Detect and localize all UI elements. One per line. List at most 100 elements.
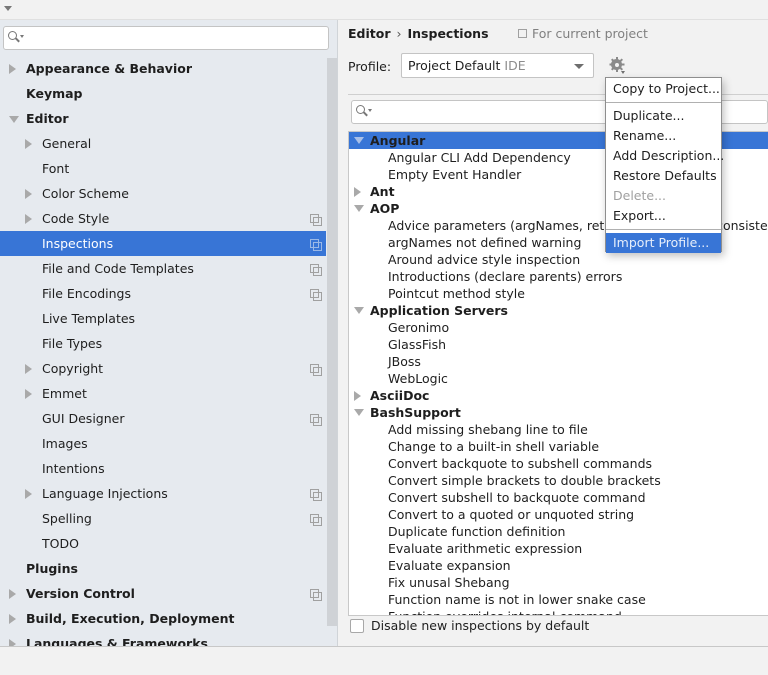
- inspection-item-label: Function overrides internal command: [388, 608, 622, 615]
- menu-item-import-profile[interactable]: Import Profile...: [606, 233, 721, 253]
- breadcrumb: Editor › Inspections: [348, 26, 489, 41]
- sidebar-item-label: File Encodings: [42, 286, 132, 301]
- inspection-item[interactable]: Fix unusal Shebang: [349, 574, 768, 591]
- inspection-group[interactable]: BashSupport: [349, 404, 768, 421]
- sidebar-item-version-control[interactable]: Version Control: [0, 581, 326, 606]
- inspection-item[interactable]: Evaluate expansion: [349, 557, 768, 574]
- inspection-item-label: JBoss: [388, 354, 421, 369]
- inspection-group[interactable]: AsciiDoc: [349, 387, 768, 404]
- menu-separator: [606, 102, 721, 103]
- menu-item-rename[interactable]: Rename...: [606, 126, 721, 146]
- expand-arrow-icon[interactable]: [25, 364, 32, 374]
- expand-arrow-icon[interactable]: [9, 614, 16, 624]
- sidebar-item-keymap[interactable]: Keymap: [0, 81, 326, 106]
- sidebar-item-plugins[interactable]: Plugins: [0, 556, 326, 581]
- sidebar-item-live-templates[interactable]: Live Templates: [0, 306, 326, 331]
- sidebar-item-gui-designer[interactable]: GUI Designer: [0, 406, 326, 431]
- sidebar-item-label: Language Injections: [42, 486, 168, 501]
- sidebar-item-build-execution-deployment[interactable]: Build, Execution, Deployment: [0, 606, 326, 631]
- inspection-item[interactable]: Convert to a quoted or unquoted string: [349, 506, 768, 523]
- expand-arrow-icon[interactable]: [9, 64, 16, 74]
- expand-arrow-icon[interactable]: [25, 214, 32, 224]
- inspection-item[interactable]: GlassFish: [349, 336, 768, 353]
- inspection-item[interactable]: Geronimo: [349, 319, 768, 336]
- window-menu-icon[interactable]: [4, 6, 12, 11]
- sidebar-item-file-encodings[interactable]: File Encodings: [0, 281, 326, 306]
- sidebar-item-label: Font: [42, 161, 70, 176]
- gear-icon[interactable]: [609, 57, 625, 74]
- expand-arrow-icon[interactable]: [25, 489, 32, 499]
- inspection-item[interactable]: JBoss: [349, 353, 768, 370]
- sidebar-item-label: Code Style: [42, 211, 110, 226]
- sidebar-item-emmet[interactable]: Emmet: [0, 381, 326, 406]
- menu-item-add-description[interactable]: Add Description...: [606, 146, 724, 166]
- sidebar-item-label: Editor: [26, 111, 69, 126]
- collapse-arrow-icon[interactable]: [354, 205, 364, 212]
- expand-arrow-icon[interactable]: [25, 389, 32, 399]
- inspection-item[interactable]: Convert simple brackets to double bracke…: [349, 472, 768, 489]
- expand-arrow-icon[interactable]: [354, 187, 361, 197]
- inspection-group[interactable]: Application Servers: [349, 302, 768, 319]
- expand-arrow-icon[interactable]: [9, 639, 16, 646]
- sidebar-item-general[interactable]: General: [0, 131, 326, 156]
- inspection-item[interactable]: Evaluate arithmetic expression: [349, 540, 768, 557]
- sidebar-item-intentions[interactable]: Intentions: [0, 456, 326, 481]
- search-icon[interactable]: [8, 31, 24, 45]
- inspection-item[interactable]: Duplicate function definition: [349, 523, 768, 540]
- inspection-item[interactable]: Convert backquote to subshell commands: [349, 455, 768, 472]
- sidebar-item-file-types[interactable]: File Types: [0, 331, 326, 356]
- sidebar-item-language-injections[interactable]: Language Injections: [0, 481, 326, 506]
- menu-item-copy-to-project[interactable]: Copy to Project...: [606, 79, 721, 99]
- disable-new-inspections-checkbox[interactable]: [350, 619, 364, 633]
- inspection-item[interactable]: Around advice style inspection: [349, 251, 768, 268]
- sidebar-item-color-scheme[interactable]: Color Scheme: [0, 181, 326, 206]
- inspection-group-label: Angular: [370, 133, 426, 148]
- inspection-item[interactable]: Introductions (declare parents) errors: [349, 268, 768, 285]
- inspection-item[interactable]: Add missing shebang line to file: [349, 421, 768, 438]
- project-scope-icon: [518, 29, 527, 38]
- disable-new-inspections-label: Disable new inspections by default: [371, 618, 590, 633]
- sidebar-item-appearance-behavior[interactable]: Appearance & Behavior: [0, 56, 326, 81]
- collapse-arrow-icon[interactable]: [354, 137, 364, 144]
- gear-popup-menu: Copy to Project... Duplicate... Rename... A…: [605, 77, 724, 253]
- inspection-item-label: Pointcut method style: [388, 286, 525, 301]
- collapse-arrow-icon[interactable]: [354, 307, 364, 314]
- collapse-arrow-icon[interactable]: [9, 116, 19, 123]
- sidebar-item-code-style[interactable]: Code Style: [0, 206, 326, 231]
- sidebar-item-label: TODO: [42, 536, 79, 551]
- inspection-group-label: BashSupport: [370, 405, 461, 420]
- sidebar-item-images[interactable]: Images: [0, 431, 326, 456]
- expand-arrow-icon[interactable]: [354, 391, 361, 401]
- breadcrumb-parent: Editor: [348, 26, 391, 41]
- inspection-item-label: Around advice style inspection: [388, 252, 581, 267]
- chevron-down-icon: [574, 64, 584, 69]
- sidebar-item-font[interactable]: Font: [0, 156, 326, 181]
- for-current-project-label: For current project: [532, 26, 648, 41]
- sidebar-item-copyright[interactable]: Copyright: [0, 356, 326, 381]
- expand-arrow-icon[interactable]: [9, 589, 16, 599]
- sidebar-item-editor[interactable]: Editor: [0, 106, 326, 131]
- profile-dropdown[interactable]: Project Default IDE: [401, 53, 594, 78]
- expand-arrow-icon[interactable]: [25, 189, 32, 199]
- inspection-item[interactable]: Function overrides internal command: [349, 608, 768, 615]
- inspection-item[interactable]: Change to a built-in shell variable: [349, 438, 768, 455]
- settings-search-input[interactable]: [3, 26, 329, 50]
- menu-item-restore-defaults[interactable]: Restore Defaults: [606, 166, 721, 186]
- sidebar-item-todo[interactable]: TODO: [0, 531, 326, 556]
- sidebar-item-languages-frameworks[interactable]: Languages & Frameworks: [0, 631, 326, 646]
- inspection-item[interactable]: Pointcut method style: [349, 285, 768, 302]
- sidebar-item-file-and-code-templates[interactable]: File and Code Templates: [0, 256, 326, 281]
- menu-separator: [606, 229, 721, 230]
- sidebar-item-inspections[interactable]: Inspections: [0, 231, 326, 256]
- menu-item-duplicate[interactable]: Duplicate...: [606, 106, 721, 126]
- collapse-arrow-icon[interactable]: [354, 409, 364, 416]
- project-scope-icon: [310, 489, 322, 501]
- inspection-item[interactable]: WebLogic: [349, 370, 768, 387]
- expand-arrow-icon[interactable]: [25, 139, 32, 149]
- inspection-item[interactable]: Function name is not in lower snake case: [349, 591, 768, 608]
- sidebar-item-spelling[interactable]: Spelling: [0, 506, 326, 531]
- menu-item-export[interactable]: Export...: [606, 206, 721, 226]
- sidebar-scrollbar[interactable]: [327, 58, 337, 626]
- inspection-item[interactable]: Convert subshell to backquote command: [349, 489, 768, 506]
- search-icon[interactable]: [356, 105, 372, 119]
